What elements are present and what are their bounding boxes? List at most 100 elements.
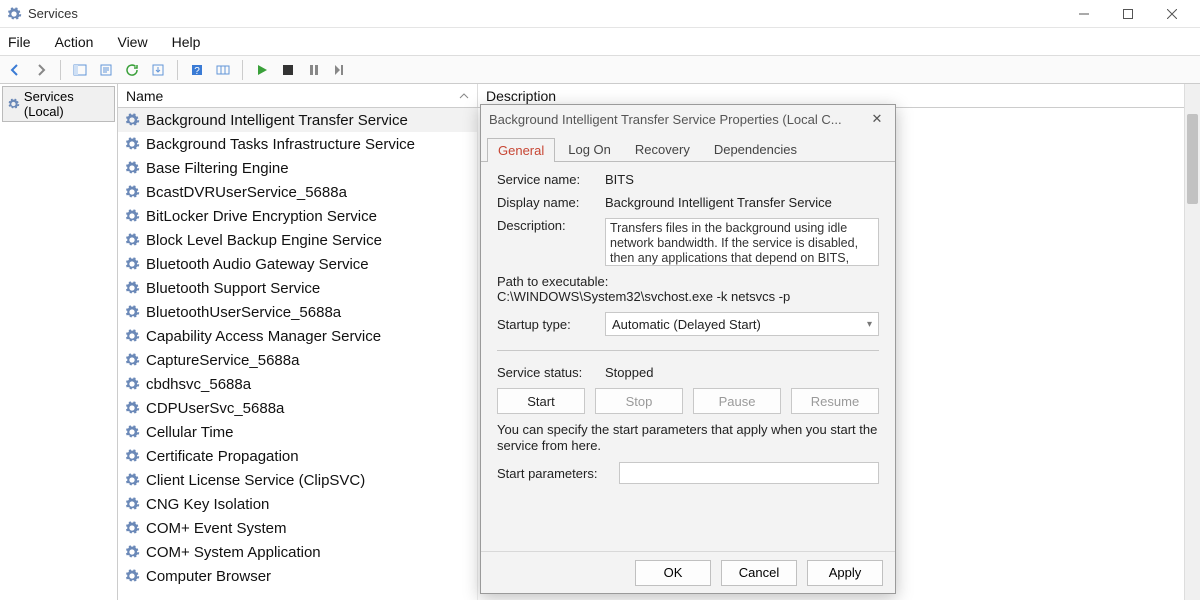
cancel-button[interactable]: Cancel (721, 560, 797, 586)
service-row[interactable]: BcastDVRUserService_5688a (118, 180, 477, 204)
columns-icon[interactable] (212, 59, 234, 81)
service-name-label: Background Intelligent Transfer Service (146, 112, 408, 129)
forward-icon[interactable] (30, 59, 52, 81)
toolbar: ? (0, 56, 1200, 84)
dialog-title: Background Intelligent Transfer Service … (489, 112, 867, 127)
chevron-down-icon: ▾ (867, 319, 872, 330)
startup-type-select[interactable]: Automatic (Delayed Start) ▾ (605, 312, 879, 336)
service-name-label: Computer Browser (146, 568, 271, 585)
startup-type-value: Automatic (Delayed Start) (612, 317, 761, 332)
services-app-icon (6, 6, 22, 22)
refresh-icon[interactable] (121, 59, 143, 81)
toolbar-separator (60, 60, 61, 80)
stop-button[interactable]: Stop (595, 388, 683, 414)
dialog-footer: OK Cancel Apply (481, 551, 895, 593)
menu-bar: File Action View Help (0, 28, 1200, 56)
menu-action[interactable]: Action (55, 34, 94, 50)
tree-node-services-local[interactable]: Services (Local) (2, 86, 115, 122)
service-name-label: Bluetooth Support Service (146, 280, 320, 297)
resume-button[interactable]: Resume (791, 388, 879, 414)
export-list-icon[interactable] (147, 59, 169, 81)
tab-body-general: Service name: BITS Display name: Backgro… (481, 161, 895, 551)
vertical-scrollbar[interactable] (1184, 84, 1200, 600)
label-startup-type: Startup type: (497, 317, 593, 332)
toolbar-separator (242, 60, 243, 80)
service-row[interactable]: Base Filtering Engine (118, 156, 477, 180)
dialog-tabs: General Log On Recovery Dependencies (481, 133, 895, 161)
service-row[interactable]: COM+ System Application (118, 540, 477, 564)
show-hide-tree-icon[interactable] (69, 59, 91, 81)
help-icon[interactable]: ? (186, 59, 208, 81)
service-row[interactable]: Cellular Time (118, 420, 477, 444)
column-header-name[interactable]: Name (118, 84, 478, 107)
service-row[interactable]: Certificate Propagation (118, 444, 477, 468)
menu-file[interactable]: File (8, 34, 31, 50)
menu-view[interactable]: View (117, 34, 147, 50)
service-row[interactable]: BitLocker Drive Encryption Service (118, 204, 477, 228)
service-row[interactable]: Background Tasks Infrastructure Service (118, 132, 477, 156)
service-name-label: Capability Access Manager Service (146, 328, 381, 345)
tab-dependencies[interactable]: Dependencies (703, 137, 808, 161)
service-name-label: cbdhsvc_5688a (146, 376, 251, 393)
maximize-button[interactable] (1106, 0, 1150, 28)
service-name-label: CDPUserSvc_5688a (146, 400, 284, 417)
service-properties-dialog: Background Intelligent Transfer Service … (480, 104, 896, 594)
service-row[interactable]: Computer Browser (118, 564, 477, 588)
label-start-parameters: Start parameters: (497, 466, 607, 481)
menu-help[interactable]: Help (172, 34, 201, 50)
stop-service-icon[interactable] (277, 59, 299, 81)
value-display-name: Background Intelligent Transfer Service (605, 195, 879, 210)
start-button[interactable]: Start (497, 388, 585, 414)
sort-asc-icon (459, 91, 469, 101)
start-params-hint: You can specify the start parameters tha… (497, 422, 879, 454)
service-name-label: CNG Key Isolation (146, 496, 269, 513)
label-service-status: Service status: (497, 365, 593, 380)
dialog-close-icon[interactable]: ✕ (867, 111, 887, 127)
pause-service-icon[interactable] (303, 59, 325, 81)
apply-button[interactable]: Apply (807, 560, 883, 586)
service-row[interactable]: Bluetooth Audio Gateway Service (118, 252, 477, 276)
label-service-name: Service name: (497, 172, 593, 187)
ok-button[interactable]: OK (635, 560, 711, 586)
service-name-label: Block Level Backup Engine Service (146, 232, 382, 249)
service-name-label: Base Filtering Engine (146, 160, 289, 177)
service-row[interactable]: CaptureService_5688a (118, 348, 477, 372)
back-icon[interactable] (4, 59, 26, 81)
scrollbar-thumb[interactable] (1187, 114, 1198, 204)
service-name-label: Background Tasks Infrastructure Service (146, 136, 415, 153)
service-row[interactable]: Background Intelligent Transfer Service (118, 108, 477, 132)
service-row[interactable]: CNG Key Isolation (118, 492, 477, 516)
service-name-label: Cellular Time (146, 424, 234, 441)
window-title: Services (28, 6, 78, 21)
value-path: C:\WINDOWS\System32\svchost.exe -k netsv… (497, 289, 879, 304)
restart-service-icon[interactable] (329, 59, 351, 81)
service-row[interactable]: Capability Access Manager Service (118, 324, 477, 348)
close-button[interactable] (1150, 0, 1194, 28)
pause-button[interactable]: Pause (693, 388, 781, 414)
tab-recovery[interactable]: Recovery (624, 137, 701, 161)
tab-log-on[interactable]: Log On (557, 137, 622, 161)
service-row[interactable]: cbdhsvc_5688a (118, 372, 477, 396)
toolbar-separator (177, 60, 178, 80)
label-path: Path to executable: (497, 274, 879, 289)
service-row[interactable]: COM+ Event System (118, 516, 477, 540)
service-row[interactable]: BluetoothUserService_5688a (118, 300, 477, 324)
dialog-titlebar[interactable]: Background Intelligent Transfer Service … (481, 105, 895, 133)
start-service-icon[interactable] (251, 59, 273, 81)
start-parameters-input[interactable] (619, 462, 879, 484)
tab-general[interactable]: General (487, 138, 555, 162)
service-row[interactable]: Block Level Backup Engine Service (118, 228, 477, 252)
service-row[interactable]: Bluetooth Support Service (118, 276, 477, 300)
label-display-name: Display name: (497, 195, 593, 210)
service-name-label: CaptureService_5688a (146, 352, 299, 369)
services-list[interactable]: Background Intelligent Transfer Service B… (118, 108, 478, 600)
tree-node-label: Services (Local) (24, 89, 110, 119)
properties-icon[interactable] (95, 59, 117, 81)
service-row[interactable]: CDPUserSvc_5688a (118, 396, 477, 420)
divider (497, 350, 879, 351)
service-name-label: COM+ Event System (146, 520, 286, 537)
label-description: Description: (497, 218, 593, 233)
service-row[interactable]: Client License Service (ClipSVC) (118, 468, 477, 492)
minimize-button[interactable] (1062, 0, 1106, 28)
description-textbox[interactable]: Transfers files in the background using … (605, 218, 879, 266)
